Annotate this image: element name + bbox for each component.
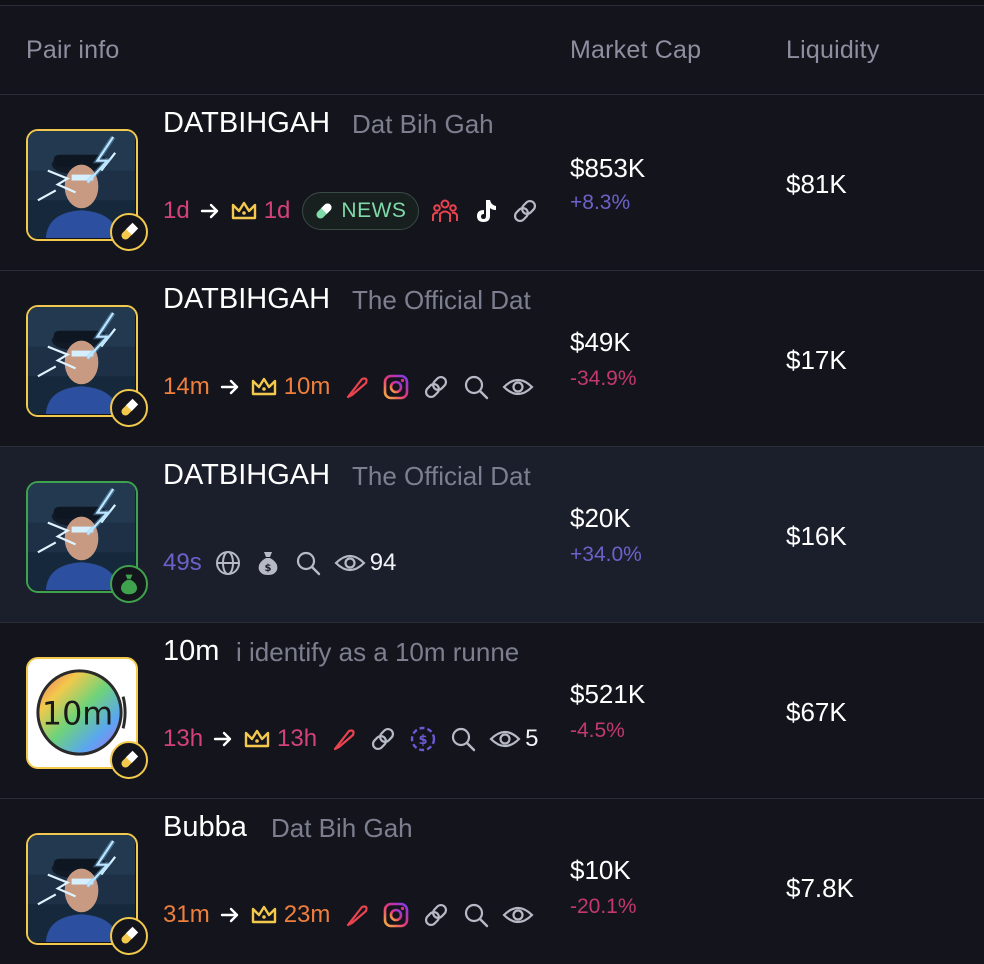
- market-cap-change: +34.0%: [570, 543, 642, 566]
- eye-icon[interactable]: [489, 727, 521, 751]
- token-meta: 49s 94: [163, 541, 555, 585]
- feather-icon[interactable]: [342, 373, 370, 401]
- tiktok-icon[interactable]: [471, 197, 499, 225]
- header-liquidity[interactable]: Liquidity: [786, 36, 880, 65]
- crown-icon: [250, 903, 278, 927]
- token-symbol: 10m: [163, 635, 220, 667]
- crown-icon: [243, 727, 271, 751]
- token-symbol: DATBIHGAH: [163, 283, 331, 315]
- token-name: Dat Bih Gah: [271, 813, 413, 843]
- market-cap-change: -20.1%: [570, 895, 637, 918]
- liquidity-value: $7.8K: [786, 873, 854, 903]
- header-pair-info[interactable]: Pair info: [26, 36, 120, 65]
- money-bag-badge-icon: [110, 565, 148, 603]
- token-meta: 14m 10m: [163, 365, 555, 409]
- arrow-right-icon: [211, 727, 235, 751]
- market-cap-value: $853K: [570, 153, 646, 183]
- search-icon[interactable]: [462, 373, 490, 401]
- market-cap-value: $49K: [570, 327, 631, 357]
- arrow-right-icon: [218, 375, 242, 399]
- liquidity-value: $81K: [786, 169, 847, 199]
- crown-age: 1d: [263, 197, 291, 224]
- pair-age: 13h: [163, 725, 204, 752]
- market-cap-value: $521K: [570, 679, 646, 709]
- market-cap-value: $20K: [570, 503, 631, 533]
- token-symbol: DATBIHGAH: [163, 459, 331, 491]
- search-icon[interactable]: [462, 901, 490, 929]
- token-meta: 1d 1d NEWS: [163, 189, 555, 233]
- link-icon[interactable]: [422, 901, 450, 929]
- money-bag-icon[interactable]: [254, 549, 282, 577]
- search-icon[interactable]: [294, 549, 322, 577]
- view-count: 94: [369, 549, 397, 576]
- table-row[interactable]: 10m 10m i identify as a 10m runne 13h 13…: [0, 623, 984, 799]
- arrow-right-icon: [198, 199, 222, 223]
- search-icon[interactable]: [449, 725, 477, 753]
- eye-icon[interactable]: [334, 551, 366, 575]
- liquidity-value: $67K: [786, 697, 847, 727]
- liquidity-value: $16K: [786, 521, 847, 551]
- crown-age: 13h: [277, 725, 318, 752]
- instagram-icon[interactable]: [382, 373, 410, 401]
- header-market-cap[interactable]: Market Cap: [570, 36, 701, 65]
- pill-badge-icon: [110, 741, 148, 779]
- crown-age: 23m: [283, 901, 331, 928]
- market-cap-change: -34.9%: [570, 367, 637, 390]
- instagram-icon[interactable]: [382, 901, 410, 929]
- globe-icon[interactable]: [214, 549, 242, 577]
- arrow-right-icon: [218, 903, 242, 927]
- liquidity-value: $17K: [786, 345, 847, 375]
- token-name: i identify as a 10m runne: [236, 637, 520, 667]
- news-badge[interactable]: NEWS: [302, 192, 420, 230]
- link-icon[interactable]: [369, 725, 397, 753]
- token-symbol: Bubba: [163, 811, 247, 843]
- token-name: The Official Dat: [352, 285, 531, 315]
- token-meta: 13h 13h 5: [163, 717, 555, 761]
- feather-icon[interactable]: [342, 901, 370, 929]
- table-row[interactable]: DATBIHGAH Dat Bih Gah 1d 1d NEWS $853K +…: [0, 95, 984, 271]
- pill-icon: [316, 203, 332, 219]
- market-cap-change: -4.5%: [570, 719, 625, 742]
- pill-badge-icon: [110, 389, 148, 427]
- feather-icon[interactable]: [329, 725, 357, 753]
- token-name: The Official Dat: [352, 461, 531, 491]
- pair-age: 49s: [163, 549, 202, 576]
- community-icon[interactable]: [431, 197, 459, 225]
- news-label: NEWS: [341, 199, 407, 222]
- table-header: Pair info Market Cap Liquidity: [0, 6, 984, 95]
- pair-age: 14m: [163, 373, 210, 400]
- pair-age: 31m: [163, 901, 210, 928]
- token-symbol: DATBIHGAH: [163, 107, 331, 139]
- table-row[interactable]: DATBIHGAH The Official Dat 14m 10m $49K …: [0, 271, 984, 447]
- token-name: Dat Bih Gah: [352, 109, 494, 139]
- view-count: 5: [525, 725, 539, 752]
- pill-badge-icon: [110, 213, 148, 251]
- eye-icon[interactable]: [502, 903, 534, 927]
- pair-age: 1d: [163, 197, 190, 224]
- link-icon[interactable]: [422, 373, 450, 401]
- market-cap-value: $10K: [570, 855, 631, 885]
- market-cap-change: +8.3%: [570, 191, 631, 214]
- crown-icon: [230, 199, 258, 223]
- link-icon[interactable]: [511, 197, 539, 225]
- logo-text: 10m: [42, 696, 113, 732]
- dollar-coin-icon[interactable]: [409, 725, 437, 753]
- pill-badge-icon: [110, 917, 148, 955]
- crown-age: 10m: [283, 373, 331, 400]
- table-row[interactable]: DATBIHGAH The Official Dat 49s 94 $20K +…: [0, 447, 984, 623]
- table-row[interactable]: Bubba Dat Bih Gah 31m 23m $10K -20.1% $7…: [0, 799, 984, 964]
- crown-icon: [250, 375, 278, 399]
- eye-icon[interactable]: [502, 375, 534, 399]
- token-meta: 31m 23m: [163, 893, 555, 937]
